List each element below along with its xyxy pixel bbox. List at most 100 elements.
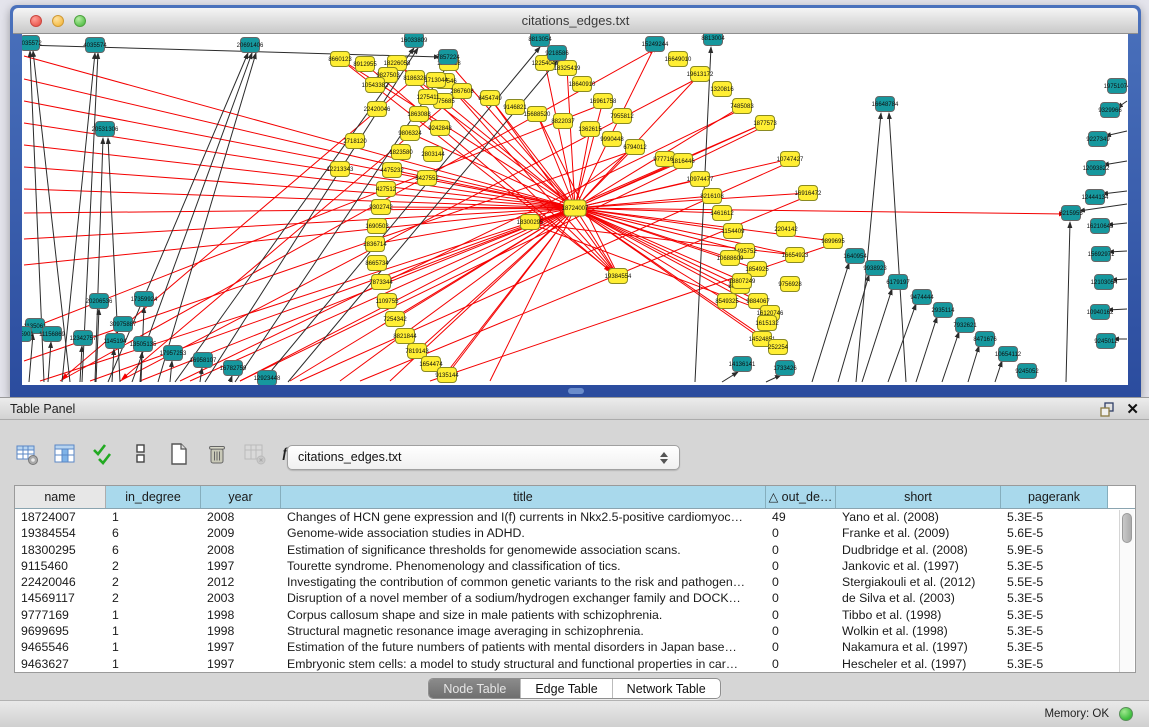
table-cell[interactable]: Structural magnetic resonance image aver… bbox=[281, 623, 766, 639]
table-cell[interactable]: 6 bbox=[106, 525, 201, 541]
table-cell[interactable]: Disruption of a novel member of a sodium… bbox=[281, 590, 766, 606]
table-cell[interactable]: 0 bbox=[766, 525, 836, 541]
table-cell[interactable]: 9699695 bbox=[15, 623, 106, 639]
table-cell[interactable]: 2012 bbox=[201, 574, 281, 590]
table-cell[interactable]: 5.3E-5 bbox=[1001, 509, 1108, 525]
table-cell[interactable]: 0 bbox=[766, 590, 836, 606]
column-header-in_degree[interactable]: in_degree bbox=[106, 486, 201, 508]
column-header-pagerank[interactable]: pagerank bbox=[1001, 486, 1108, 508]
table-cell[interactable]: 9777169 bbox=[15, 607, 106, 623]
table-cell[interactable]: 2 bbox=[106, 590, 201, 606]
column-header-short[interactable]: short bbox=[836, 486, 1001, 508]
table-cell[interactable]: Jankovic et al. (1997) bbox=[836, 558, 1001, 574]
table-cell[interactable]: Investigating the contribution of common… bbox=[281, 574, 766, 590]
table-cell[interactable]: Estimation of the future numbers of pati… bbox=[281, 639, 766, 655]
table-cell[interactable]: 5.6E-5 bbox=[1001, 525, 1108, 541]
table-cell[interactable]: 1998 bbox=[201, 623, 281, 639]
table-cell[interactable]: 5.5E-5 bbox=[1001, 574, 1108, 590]
table-cell[interactable]: Genome-wide association studies in ADHD. bbox=[281, 525, 766, 541]
tab-network-table[interactable]: Network Table bbox=[613, 679, 720, 698]
table-row[interactable]: 911546021997Tourette syndrome. Phenomeno… bbox=[15, 558, 1135, 574]
table-cell[interactable]: 19384554 bbox=[15, 525, 106, 541]
table-cell[interactable]: Corpus callosum shape and size in male p… bbox=[281, 607, 766, 623]
table-cell[interactable]: 2008 bbox=[201, 542, 281, 558]
table-cell[interactable]: 1997 bbox=[201, 639, 281, 655]
table-cell[interactable]: Tourette syndrome. Phenomenology and cla… bbox=[281, 558, 766, 574]
table-cell[interactable]: Wolkin et al. (1998) bbox=[836, 623, 1001, 639]
float-window-icon[interactable] bbox=[1100, 402, 1115, 417]
table-cell[interactable]: 2003 bbox=[201, 590, 281, 606]
window-resize-grip[interactable] bbox=[568, 388, 584, 394]
table-cell[interactable]: 1 bbox=[106, 623, 201, 639]
table-cell[interactable]: 1 bbox=[106, 656, 201, 672]
table-cell[interactable]: 1997 bbox=[201, 656, 281, 672]
table-cell[interactable]: 14569117 bbox=[15, 590, 106, 606]
table-cell[interactable]: 1 bbox=[106, 607, 201, 623]
table-row[interactable]: 977716911998Corpus callosum shape and si… bbox=[15, 607, 1135, 623]
column-header-out_de[interactable]: △ out_de… bbox=[766, 486, 836, 508]
table-cell[interactable]: 2 bbox=[106, 558, 201, 574]
table-cell[interactable]: 9463627 bbox=[15, 656, 106, 672]
tab-node-table[interactable]: Node Table bbox=[429, 679, 521, 698]
table-cell[interactable]: Dudbridge et al. (2008) bbox=[836, 542, 1001, 558]
table-cell[interactable]: 1 bbox=[106, 639, 201, 655]
table-row[interactable]: 2242004622012Investigating the contribut… bbox=[15, 574, 1135, 590]
table-cell[interactable]: Estimation of significance thresholds fo… bbox=[281, 542, 766, 558]
table-cell[interactable]: 5.3E-5 bbox=[1001, 558, 1108, 574]
table-cell[interactable]: 0 bbox=[766, 574, 836, 590]
table-cell[interactable]: 0 bbox=[766, 656, 836, 672]
tab-edge-table[interactable]: Edge Table bbox=[521, 679, 612, 698]
table-cell[interactable]: 0 bbox=[766, 623, 836, 639]
table-row[interactable]: 1456911722003Disruption of a novel membe… bbox=[15, 590, 1135, 606]
table-selector-dropdown[interactable]: citations_edges.txt bbox=[287, 445, 680, 470]
table-cell[interactable]: 2009 bbox=[201, 525, 281, 541]
table-cell[interactable]: Nakamura et al. (1997) bbox=[836, 639, 1001, 655]
table-cell[interactable]: 9465546 bbox=[15, 639, 106, 655]
table-cell[interactable]: 5.3E-5 bbox=[1001, 590, 1108, 606]
table-cell[interactable]: 0 bbox=[766, 558, 836, 574]
table-cell[interactable]: 5.9E-5 bbox=[1001, 542, 1108, 558]
table-cell[interactable]: Embryonic stem cells: a model to study s… bbox=[281, 656, 766, 672]
select-all-icon[interactable] bbox=[90, 441, 116, 467]
table-cell[interactable]: de Silva et al. (2003) bbox=[836, 590, 1001, 606]
table-cell[interactable]: 9115460 bbox=[15, 558, 106, 574]
table-cell[interactable]: Hescheler et al. (1997) bbox=[836, 656, 1001, 672]
table-cell[interactable]: 5.3E-5 bbox=[1001, 656, 1108, 672]
column-header-name[interactable]: name bbox=[15, 486, 106, 508]
table-cell[interactable]: 2 bbox=[106, 574, 201, 590]
table-cell[interactable]: 6 bbox=[106, 542, 201, 558]
table-cell[interactable]: 1 bbox=[106, 509, 201, 525]
delete-table-icon[interactable] bbox=[204, 441, 230, 467]
table-row[interactable]: 1830029562008Estimation of significance … bbox=[15, 542, 1135, 558]
table-row[interactable]: 946554611997Estimation of the future num… bbox=[15, 639, 1135, 655]
table-cell[interactable]: 0 bbox=[766, 607, 836, 623]
table-cell[interactable]: 22420046 bbox=[15, 574, 106, 590]
vertical-scrollbar[interactable] bbox=[1119, 510, 1134, 672]
table-cell[interactable]: 5.3E-5 bbox=[1001, 607, 1108, 623]
table-row[interactable]: 946362711997Embryonic stem cells: a mode… bbox=[15, 656, 1135, 672]
table-cell[interactable]: 5.3E-5 bbox=[1001, 623, 1108, 639]
table-cell[interactable]: 1997 bbox=[201, 558, 281, 574]
window-titlebar[interactable]: citations_edges.txt bbox=[13, 8, 1138, 34]
table-cell[interactable]: 5.3E-5 bbox=[1001, 639, 1108, 655]
table-cell[interactable]: 0 bbox=[766, 542, 836, 558]
show-columns-icon[interactable] bbox=[52, 441, 78, 467]
table-cell[interactable]: Franke et al. (2009) bbox=[836, 525, 1001, 541]
table-cell[interactable]: 18300295 bbox=[15, 542, 106, 558]
table-cell[interactable]: Yano et al. (2008) bbox=[836, 509, 1001, 525]
table-cell[interactable]: Tibbo et al. (1998) bbox=[836, 607, 1001, 623]
column-header-year[interactable]: year bbox=[201, 486, 281, 508]
rows-icon[interactable] bbox=[128, 441, 154, 467]
table-row[interactable]: 1872400712008Changes of HCN gene express… bbox=[15, 509, 1135, 525]
table-cell[interactable]: 1998 bbox=[201, 607, 281, 623]
table-cell[interactable]: 18724007 bbox=[15, 509, 106, 525]
column-header-title[interactable]: title bbox=[281, 486, 766, 508]
table-cell[interactable]: 0 bbox=[766, 639, 836, 655]
close-panel-icon[interactable]: ✕ bbox=[1126, 400, 1139, 418]
scrollbar-thumb[interactable] bbox=[1122, 513, 1132, 543]
new-table-icon[interactable] bbox=[166, 441, 192, 467]
table-cell[interactable]: 49 bbox=[766, 509, 836, 525]
table-cell[interactable]: Stergiakouli et al. (2012) bbox=[836, 574, 1001, 590]
table-cell[interactable]: Changes of HCN gene expression and I(f) … bbox=[281, 509, 766, 525]
table-row[interactable]: 969969511998Structural magnetic resonanc… bbox=[15, 623, 1135, 639]
